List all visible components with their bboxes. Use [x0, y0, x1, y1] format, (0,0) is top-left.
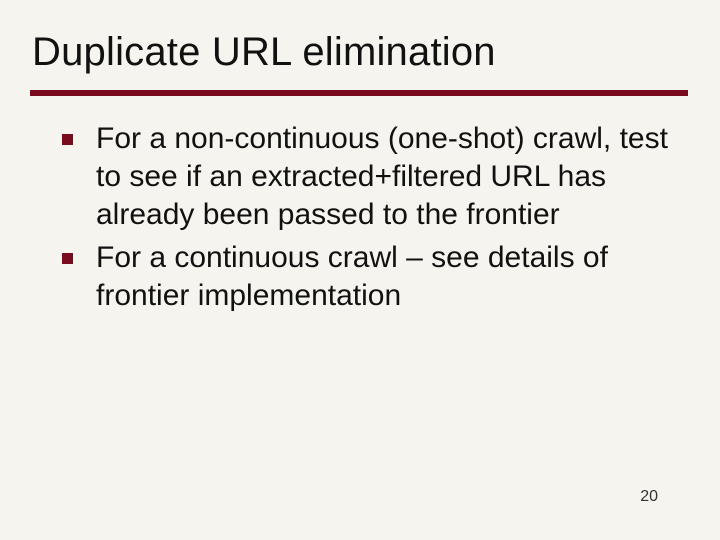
slide-body: For a non-continuous (one-shot) crawl, t… [62, 120, 682, 321]
bullet-item: For a continuous crawl – see details of … [62, 239, 682, 315]
bullet-item: For a non-continuous (one-shot) crawl, t… [62, 120, 682, 233]
bullet-text: For a non-continuous (one-shot) crawl, t… [96, 122, 668, 231]
bullet-square-icon [62, 253, 73, 264]
bullet-text: For a continuous crawl – see details of … [96, 241, 608, 312]
bullet-square-icon [62, 134, 73, 145]
title-underline [30, 90, 688, 96]
slide-title: Duplicate URL elimination [32, 30, 496, 75]
page-number: 20 [640, 488, 658, 506]
slide: Duplicate URL elimination For a non-cont… [0, 0, 720, 540]
